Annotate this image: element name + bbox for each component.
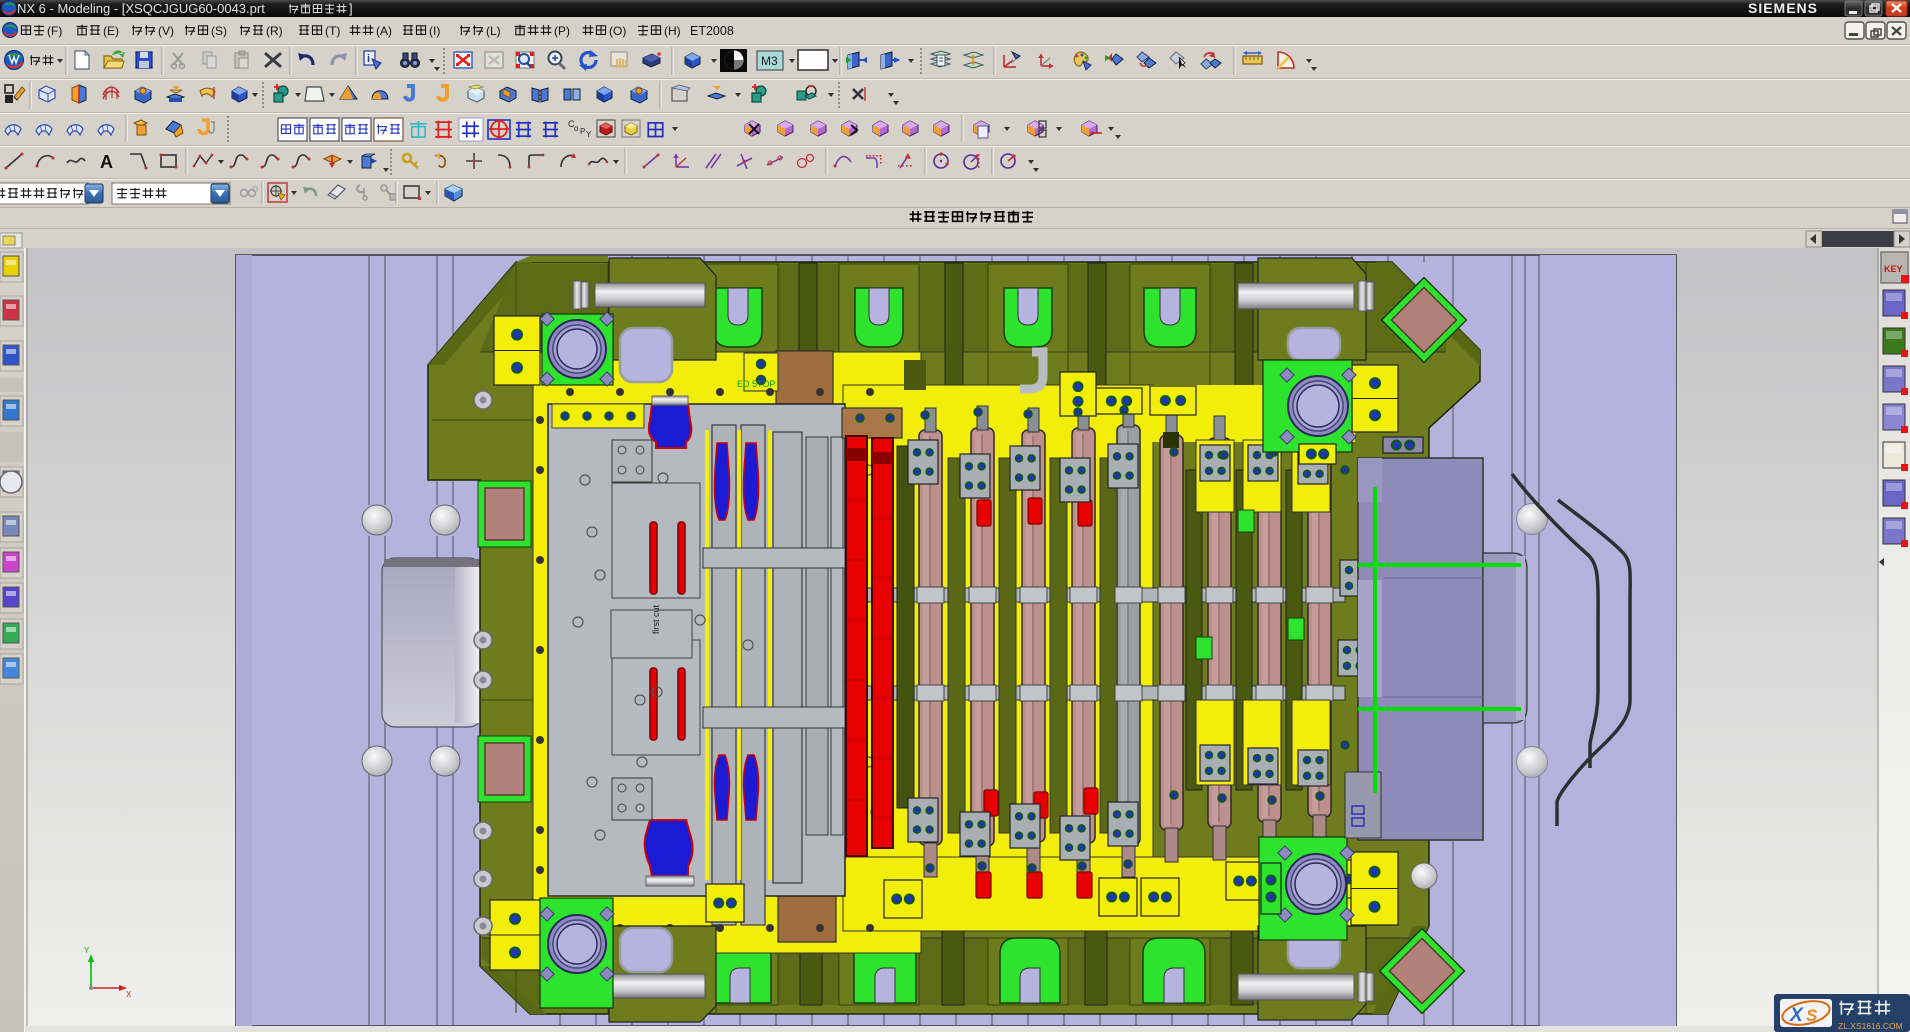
svg-text:KEY: KEY [1884, 264, 1903, 274]
svg-text:S: S [1806, 1006, 1818, 1025]
svg-text:ET2008: ET2008 [690, 24, 734, 38]
svg-text:SIEMENS: SIEMENS [1748, 0, 1818, 16]
svg-text:(L): (L) [486, 24, 501, 38]
svg-text:ED 5TOP: ED 5TOP [737, 379, 775, 389]
svg-text:(T): (T) [325, 24, 340, 38]
svg-text:i: i [367, 53, 370, 65]
svg-text:Y: Y [84, 946, 90, 955]
svg-text:o: o [574, 124, 579, 133]
svg-text:(P): (P) [554, 24, 570, 38]
svg-text:(V): (V) [158, 24, 174, 38]
svg-text:(H): (H) [664, 24, 681, 38]
svg-text:(O): (O) [609, 24, 626, 38]
svg-text:(F): (F) [47, 24, 62, 38]
svg-text:ZL.XS1616.COM: ZL.XS1616.COM [1838, 1021, 1903, 1031]
svg-text:P: P [580, 127, 585, 136]
svg-text:]: ] [349, 1, 353, 16]
svg-text:X: X [1789, 1005, 1804, 1026]
svg-text:Y: Y [586, 130, 592, 139]
svg-text:M3: M3 [761, 54, 778, 68]
svg-text:NX 6 - Modeling - [XSQCJGUG60-: NX 6 - Modeling - [XSQCJGUG60-0043.prt [17, 1, 265, 16]
svg-text:(S): (S) [211, 24, 227, 38]
svg-text:(E): (E) [103, 24, 119, 38]
svg-text:(A): (A) [376, 24, 392, 38]
svg-text:(I): (I) [429, 24, 440, 38]
svg-text:(R): (R) [266, 24, 283, 38]
svg-text:X: X [126, 990, 132, 999]
svg-text:first cut: first cut [651, 604, 661, 634]
svg-text:A: A [100, 152, 113, 172]
